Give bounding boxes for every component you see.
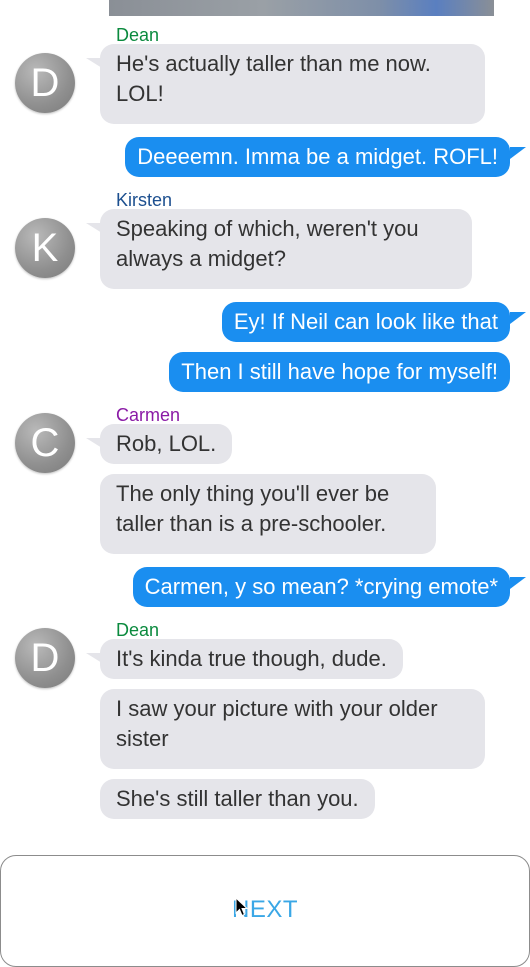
message-text: Rob, LOL. (116, 431, 217, 456)
message-text: The only thing you'll ever be taller tha… (116, 481, 390, 536)
sender-name-dean: Dean (116, 620, 160, 640)
sent-message-text: Deeeemn. Imma be a midget. ROFL! (137, 144, 498, 169)
message-bubble: The only thing you'll ever be taller tha… (100, 474, 436, 554)
sent-message-text: Carmen, y so mean? *crying emote* (144, 574, 498, 599)
sent-message-bubble: Carmen, y so mean? *crying emote* (132, 567, 527, 607)
message-bubble: Rob, LOL. (85, 424, 233, 464)
sent-message-text: Ey! If Neil can look like that (233, 309, 498, 334)
sender-name-carmen: Carmen (116, 405, 181, 425)
sent-message-bubble: Ey! If Neil can look like that (221, 302, 527, 342)
avatar-dean: D (15, 53, 75, 113)
message-bubble: It's kinda true though, dude. (86, 639, 403, 679)
message-text: She's still taller than you. (116, 786, 359, 811)
avatar-carmen: C (15, 413, 75, 473)
sent-message-text: Then I still have hope for myself! (181, 359, 498, 384)
message-bubble: Speaking of which, weren't you always a … (86, 209, 472, 289)
message-text: It's kinda true though, dude. (116, 646, 387, 671)
avatar-dean: D (15, 628, 75, 688)
sender-name-kirsten: Kirsten (116, 190, 173, 210)
message-text: Speaking of which, weren't you always a … (116, 216, 419, 271)
sent-message-bubble: Then I still have hope for myself! (169, 352, 510, 392)
avatar-kirsten: K (15, 218, 75, 278)
message-bubble: He's actually taller than me now. LOL! (86, 44, 485, 124)
arrow-cursor-icon (235, 897, 249, 917)
message-text: He's actually taller than me now. LOL! (116, 51, 431, 106)
next-button[interactable]: NEXT (1, 896, 529, 924)
message-bubble: She's still taller than you. (100, 779, 375, 819)
message-bubble: I saw your picture with your older siste… (100, 689, 485, 769)
footer-panel: NEXT (0, 855, 530, 967)
sent-message-bubble: Deeeemn. Imma be a midget. ROFL! (125, 137, 526, 177)
sender-name-dean: Dean (116, 25, 160, 45)
shared-photo[interactable] (109, 0, 494, 16)
message-text: I saw your picture with your older siste… (116, 696, 438, 751)
